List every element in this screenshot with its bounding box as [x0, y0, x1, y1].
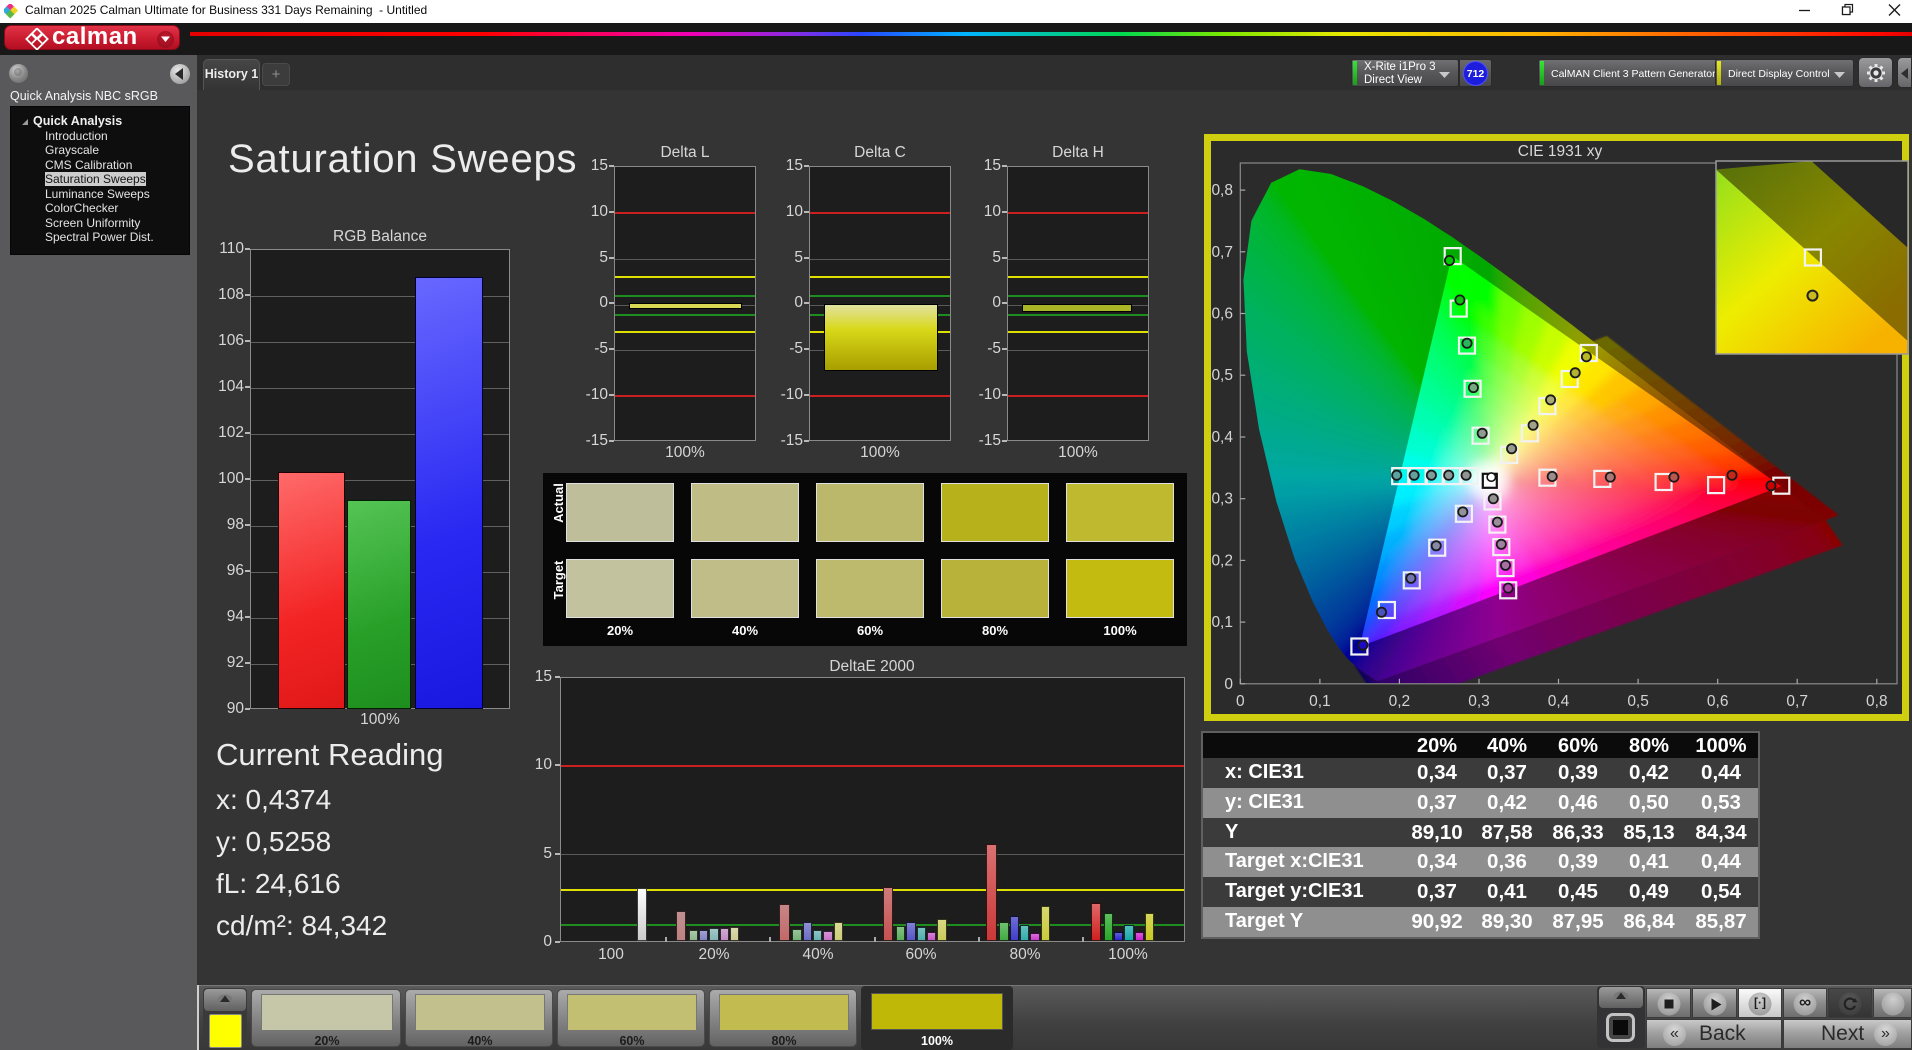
svg-text:0,4: 0,4: [1548, 693, 1570, 710]
svg-text:0,2: 0,2: [1389, 693, 1411, 710]
svg-text:0,8: 0,8: [1211, 182, 1233, 199]
svg-text:0,7: 0,7: [1211, 244, 1233, 261]
svg-text:0: 0: [1236, 693, 1245, 710]
svg-text:0,1: 0,1: [1211, 614, 1233, 631]
svg-text:0,5: 0,5: [1627, 693, 1649, 710]
svg-text:0,3: 0,3: [1468, 693, 1490, 710]
svg-text:0,6: 0,6: [1707, 693, 1729, 710]
svg-text:0,8: 0,8: [1866, 693, 1888, 710]
svg-text:0,5: 0,5: [1211, 367, 1233, 384]
svg-text:0,3: 0,3: [1211, 491, 1233, 508]
svg-text:CIE 1931 xy: CIE 1931 xy: [1518, 143, 1603, 160]
svg-text:0,7: 0,7: [1786, 693, 1808, 710]
svg-text:0,1: 0,1: [1309, 693, 1331, 710]
svg-text:0,6: 0,6: [1211, 306, 1233, 323]
svg-text:0: 0: [1224, 676, 1233, 693]
svg-text:0,2: 0,2: [1211, 552, 1233, 569]
svg-text:0,4: 0,4: [1211, 429, 1233, 446]
